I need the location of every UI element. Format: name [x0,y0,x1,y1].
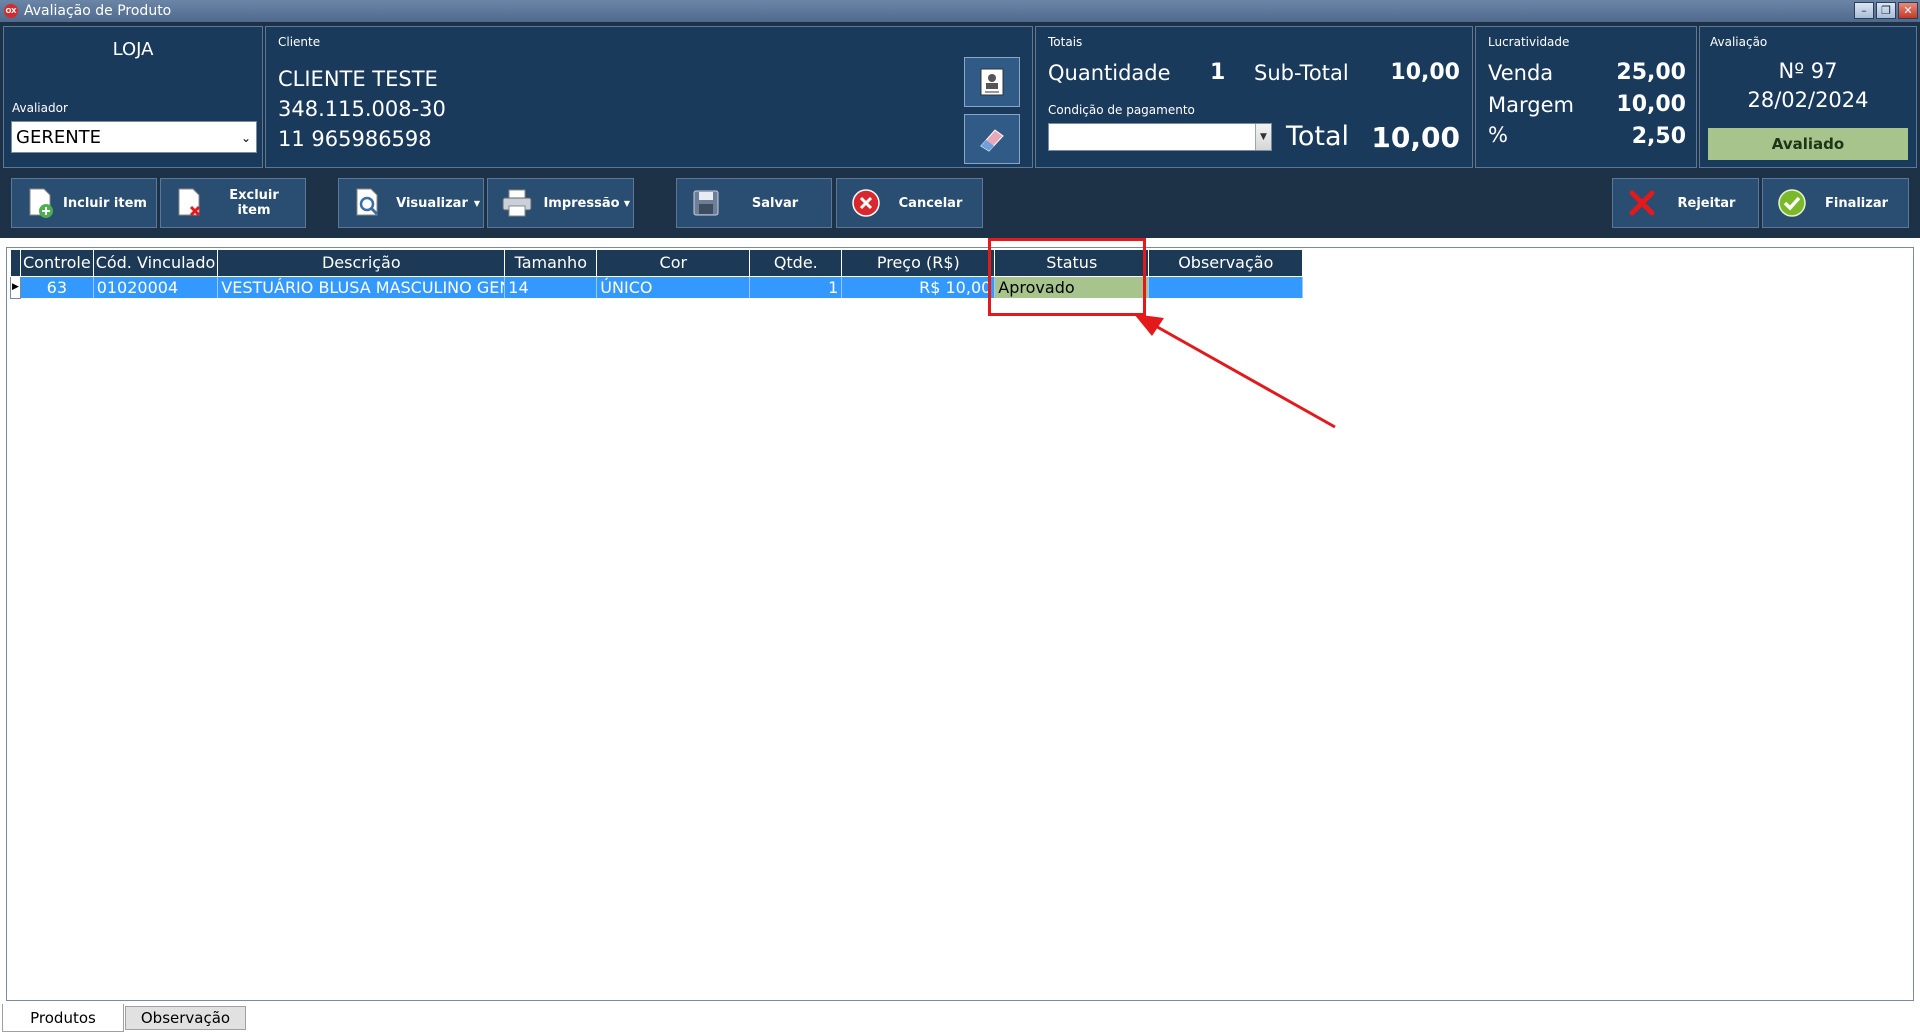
loja-title: LOJA [112,39,154,60]
cell-cor[interactable]: ÚNICO [596,276,751,298]
cell-controle[interactable]: 63 [20,276,94,298]
app-icon: OX [4,4,18,18]
row-header-corner[interactable] [10,250,21,277]
excluir-item-label: Excluir item [229,188,279,218]
column-header-tamanho[interactable]: Tamanho [504,250,598,277]
cell-observacao[interactable] [1148,276,1304,298]
excluir-item-button[interactable]: Excluir item [160,178,306,228]
column-header-cod-vinculado[interactable]: Cód. Vinculado [92,250,219,277]
margem-value: 10,00 [1616,92,1686,117]
client-card-button[interactable] [964,57,1020,107]
total-value: 10,00 [1371,121,1460,154]
add-document-icon [24,186,58,220]
condicao-label: Condição de pagamento [1048,103,1195,117]
cell-preco[interactable]: R$ 10,00 [841,276,996,298]
dropdown-arrow-icon[interactable]: ▼ [474,199,480,208]
eraser-icon [980,129,1004,152]
tab-observacao[interactable]: Observação [125,1006,246,1030]
chevron-down-icon: ▼ [1255,124,1271,150]
minimize-button[interactable]: – [1854,2,1874,19]
header-area: LOJA Avaliador GERENTE ⌄ Cliente CLIENTE… [0,22,1920,170]
salvar-label: Salvar [751,195,799,211]
restore-button[interactable]: ❐ [1876,2,1896,19]
column-header-observacao[interactable]: Observação [1148,250,1304,277]
column-header-cor[interactable]: Cor [596,250,751,277]
impressao-label: Impressão [543,195,620,211]
subtotal-value: 10,00 [1390,60,1460,85]
totais-label: Totais [1048,35,1083,49]
avaliacao-data: 28/02/2024 [1747,88,1869,112]
percent-label: % [1488,123,1508,147]
visualizar-button[interactable]: Visualizar ▼ [338,178,484,228]
clear-client-button[interactable] [964,114,1020,164]
cliente-phone: 11 965986598 [278,127,432,151]
condicao-select[interactable]: ▼ [1048,123,1272,151]
row-indicator-icon[interactable]: ▶ [10,275,21,299]
avaliador-label: Avaliador [12,101,68,115]
annotation-arrow-icon [1134,314,1336,429]
finalizar-button[interactable]: Finalizar [1762,178,1909,228]
avaliacao-label: Avaliação [1710,35,1768,49]
tab-produtos[interactable]: Produtos [2,1004,124,1032]
cell-descricao[interactable]: VESTUÁRIO BLUSA MASCULINO GENE [217,276,506,298]
total-label: Total [1286,121,1350,152]
cliente-label: Cliente [278,35,321,49]
column-header-controle[interactable]: Controle [20,250,94,277]
magnifier-document-icon [351,186,385,220]
impressao-button[interactable]: Impressão ▼ [487,178,634,228]
dropdown-arrow-icon[interactable]: ▼ [624,199,630,208]
quantidade-label: Quantidade [1048,61,1171,85]
avaliador-select[interactable]: GERENTE ⌄ [11,121,257,153]
save-icon [689,186,723,220]
percent-value: 2,50 [1631,124,1686,149]
check-icon [1775,186,1809,220]
column-header-preco[interactable]: Preço (R$) [841,250,996,277]
cancelar-label: Cancelar [898,195,963,211]
cell-cod-vinculado[interactable]: 01020004 [93,276,219,298]
printer-icon [500,186,534,220]
venda-value: 25,00 [1616,60,1686,85]
column-header-qtde[interactable]: Qtde. [749,250,843,277]
lucratividade-panel: Lucratividade Venda 25,00 Margem 10,00 %… [1475,26,1697,168]
bottom-tabs: Produtos Observação [0,1004,1920,1032]
column-header-descricao[interactable]: Descrição [217,250,506,277]
products-grid-frame: Controle Cód. Vinculado Descrição Tamanh… [6,247,1914,1001]
lucratividade-label: Lucratividade [1488,35,1570,49]
status-badge: Avaliado [1708,128,1908,160]
avaliacao-panel: Avaliação Nº 97 28/02/2024 Avaliado [1699,26,1917,168]
annotation-highlight-box [988,238,1146,316]
avaliador-value: GERENTE [16,126,102,148]
visualizar-label: Visualizar [396,195,468,211]
id-card-icon [980,68,1004,96]
close-button[interactable]: ✕ [1898,2,1918,19]
salvar-button[interactable]: Salvar [676,178,832,228]
window-title: Avaliação de Produto [24,3,172,19]
loja-panel: LOJA Avaliador GERENTE ⌄ [3,26,263,168]
chevron-down-icon: ⌄ [240,131,251,145]
reject-x-icon [1625,186,1659,220]
cliente-document: 348.115.008-30 [278,97,446,121]
rejeitar-label: Rejeitar [1677,195,1736,211]
cancelar-button[interactable]: Cancelar [836,178,983,228]
cancel-icon [849,186,883,220]
finalizar-label: Finalizar [1824,195,1889,211]
cell-tamanho[interactable]: 14 [504,276,598,298]
incluir-item-label: Incluir item [63,195,147,211]
totais-panel: Totais Quantidade 1 Sub-Total 10,00 Cond… [1035,26,1473,168]
cliente-name: CLIENTE TESTE [278,67,438,91]
avaliacao-numero: Nº 97 [1778,59,1838,83]
window-controls: – ❐ ✕ [1854,2,1918,19]
incluir-item-button[interactable]: Incluir item [11,178,157,228]
quantidade-value: 1 [1210,60,1226,85]
cliente-panel: Cliente CLIENTE TESTE 348.115.008-30 11 … [265,26,1033,168]
subtotal-label: Sub-Total [1254,61,1349,85]
app-window: OX Avaliação de Produto – ❐ ✕ LOJA Avali… [0,0,1920,1032]
title-bar: OX Avaliação de Produto – ❐ ✕ [0,0,1920,22]
cell-qtde[interactable]: 1 [749,276,843,298]
rejeitar-button[interactable]: Rejeitar [1612,178,1759,228]
toolbar: Incluir item Excluir item Visualizar ▼ I… [0,170,1920,238]
venda-label: Venda [1488,61,1554,85]
delete-document-icon [173,186,207,220]
margem-label: Margem [1488,93,1574,117]
